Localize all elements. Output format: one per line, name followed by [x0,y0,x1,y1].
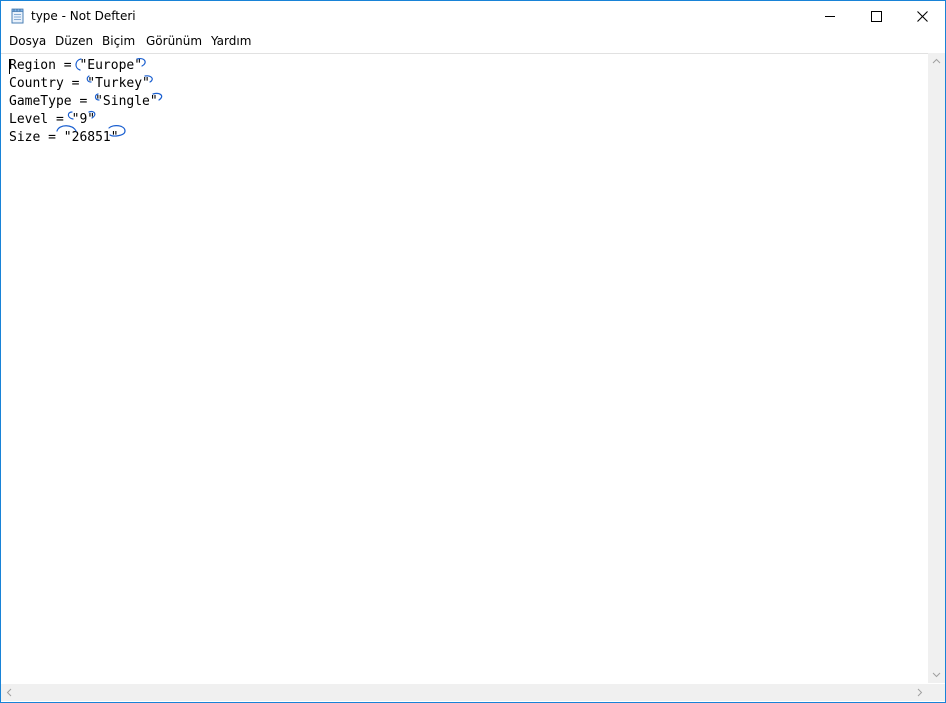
vertical-scrollbar[interactable] [928,53,945,683]
menu-dosya[interactable]: Dosya [9,34,46,48]
scroll-left-arrow-icon[interactable] [1,684,18,701]
maximize-icon [871,11,882,22]
window-title: type - Not Defteri [31,9,136,23]
title-bar[interactable]: type - Not Defteri [1,1,945,31]
menu-bicim[interactable]: Biçim [102,34,135,48]
scroll-up-arrow-icon[interactable] [928,53,945,70]
menu-gorunum[interactable]: Görünüm [146,34,202,48]
notepad-icon [10,8,26,24]
menu-bar: Dosya Düzen Biçim Görünüm Yardım [1,31,945,52]
close-button[interactable] [899,1,945,31]
maximize-button[interactable] [853,1,899,31]
scroll-down-arrow-icon[interactable] [928,666,945,683]
handwritten-annotations [56,58,163,137]
scrollbar-corner [928,684,945,701]
minimize-icon [825,16,835,17]
notepad-window: type - Not Defteri Dosya Düzen Biçim Gör… [0,0,946,703]
scroll-right-arrow-icon[interactable] [911,684,928,701]
minimize-button[interactable] [807,1,853,31]
menu-duzen[interactable]: Düzen [55,34,93,48]
horizontal-scrollbar[interactable] [1,684,928,701]
menu-yardim[interactable]: Yardım [211,34,251,48]
close-icon [917,11,928,22]
text-editor[interactable]: Region = "Europe" Country = "Turkey" GameT… [1,53,928,684]
